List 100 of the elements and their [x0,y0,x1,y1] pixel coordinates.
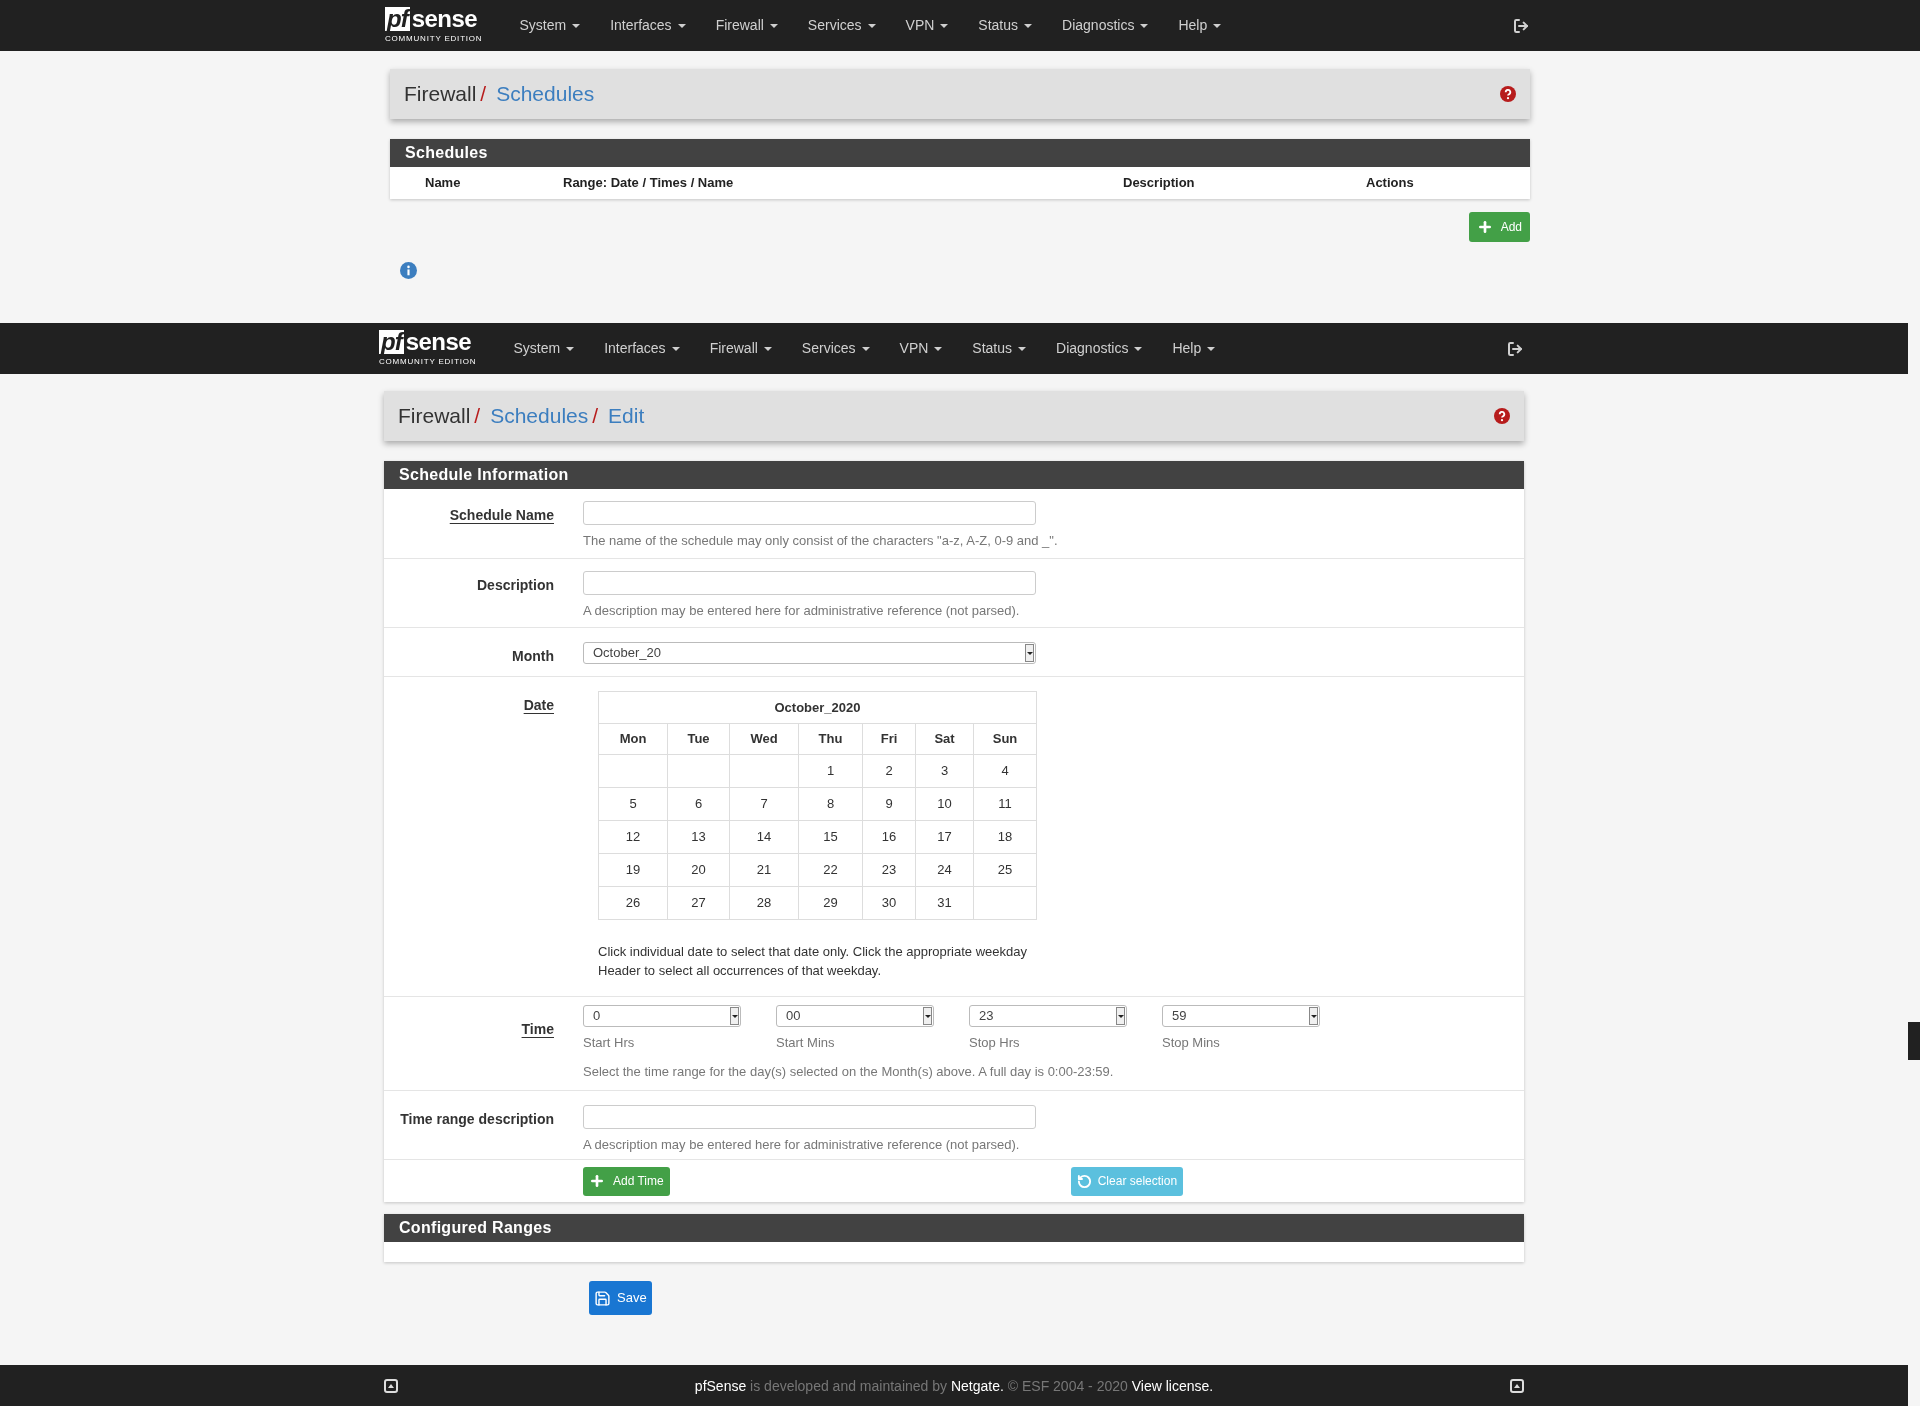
breadcrumb-text: Firewall [398,403,471,430]
calendar-day[interactable]: 19 [598,853,668,887]
help-text: A description may be entered here for administrative reference (not parsed). [583,1136,1021,1154]
select-caption: Stop Mins [1162,1034,1221,1052]
calendar-day[interactable]: 13 [667,820,730,854]
time-range-description-field[interactable] [583,1105,1036,1129]
panel-header: Schedule Information [384,461,1524,489]
calendar-day[interactable]: 22 [798,853,863,887]
weekday-header[interactable]: Thu [798,723,863,755]
weekday-header[interactable]: Wed [729,723,799,755]
calendar-day[interactable]: 4 [973,754,1037,788]
nav-menu[interactable]: Status [963,0,1048,51]
help-icon[interactable] [1500,86,1516,102]
nav-menu[interactable]: System [498,323,590,374]
calendar-day[interactable]: 5 [598,787,668,821]
save-button[interactable]: Save [589,1281,652,1315]
logout-icon[interactable] [1513,17,1529,34]
help-text: Select the time range for the day(s) selected on the Month(s) above. A full day is 0:00-23:59. [583,1062,1115,1081]
calendar-day[interactable]: 14 [729,820,799,854]
calendar-day[interactable]: 25 [973,853,1037,887]
description-field[interactable] [583,571,1036,595]
caret-icon [1018,346,1027,351]
calendar-day[interactable]: 26 [598,886,668,920]
scroll-top-icon[interactable] [384,1378,398,1393]
calendar-day[interactable]: 7 [729,787,799,821]
caret-icon [763,346,772,351]
calendar-day[interactable]: 8 [798,787,863,821]
field-label: Time range description [400,1111,554,1127]
info-icon[interactable] [400,262,417,279]
month-select[interactable]: October_20 [583,642,1036,664]
calendar-day[interactable]: 29 [798,886,863,920]
calendar-day[interactable]: 30 [862,886,916,920]
time-select[interactable]: 23 [969,1005,1127,1027]
nav-menu[interactable]: Help [1157,323,1231,374]
caret-icon [572,23,581,28]
nav-menu[interactable]: Interfaces [589,323,695,374]
field-label: Schedule Name [449,507,554,523]
nav-menu[interactable]: Firewall [700,0,793,51]
panel-header: Schedules [390,139,1530,167]
calendar-day[interactable]: 11 [973,787,1037,821]
calendar-day[interactable]: 9 [862,787,916,821]
calendar-day[interactable]: 17 [915,820,974,854]
field-label: Month [512,648,554,664]
caret-icon [1134,346,1143,351]
calendar-day[interactable]: 15 [798,820,863,854]
caret-icon [1140,23,1149,28]
calendar-day[interactable]: 20 [667,853,730,887]
logo[interactable]: pf sense COMMUNITY EDITION [385,6,483,45]
calendar-day[interactable]: 18 [973,820,1037,854]
nav-menu[interactable]: System [504,0,596,51]
column-header: Description [1123,175,1195,191]
plus-icon [589,1173,605,1189]
weekday-header[interactable]: Mon [598,723,668,755]
calendar-day[interactable]: 24 [915,853,974,887]
nav-menu[interactable]: Diagnostics [1041,323,1158,374]
calendar-day[interactable]: 31 [915,886,974,920]
schedule-name-field[interactable] [583,501,1036,525]
footer-text: pfSense is developed and maintained by Netgate. © ESF 2004 - 2020 View license. [694,1377,1214,1394]
logout-icon[interactable] [1507,340,1523,357]
nav-menu[interactable]: Services [792,0,891,51]
calendar-day[interactable]: 28 [729,886,799,920]
calendar-day[interactable]: 21 [729,853,799,887]
nav-menu[interactable]: Help [1163,0,1237,51]
weekday-header[interactable]: Fri [862,723,916,755]
field-label: Time [521,1021,554,1037]
scroll-top-icon[interactable] [1510,1378,1524,1393]
nav-menu[interactable]: Services [786,323,885,374]
weekday-header[interactable]: Sun [973,723,1037,755]
calendar-day[interactable]: 27 [667,886,730,920]
caret-icon [867,23,876,28]
time-select[interactable]: 59 [1162,1005,1320,1027]
breadcrumb-separator: / [592,403,599,430]
nav-menu[interactable]: Status [957,323,1042,374]
calendar-day[interactable]: 1 [798,754,863,788]
time-select[interactable]: 00 [776,1005,934,1027]
breadcrumb-separator: / [480,81,487,108]
calendar-day[interactable]: 10 [915,787,974,821]
weekday-header[interactable]: Sat [915,723,974,755]
nav-menu[interactable]: Firewall [694,323,787,374]
select-caption: Start Mins [776,1034,836,1052]
nav-menu[interactable]: VPN [884,323,958,374]
calendar-day[interactable]: 23 [862,853,916,887]
calendar-day[interactable]: 2 [862,754,916,788]
breadcrumb-text: Firewall [404,81,477,108]
help-icon[interactable] [1494,408,1510,424]
column-header: Name [425,175,461,191]
nav-menu[interactable]: Interfaces [595,0,701,51]
time-select[interactable]: 0 [583,1005,741,1027]
calendar-day[interactable]: 6 [667,787,730,821]
caret-icon [1024,23,1033,28]
save-icon [594,1289,611,1307]
field-label: Description [477,577,554,593]
calendar-day[interactable]: 16 [862,820,916,854]
logo[interactable]: pf sense COMMUNITY EDITION [379,329,477,368]
calendar-day[interactable]: 3 [915,754,974,788]
caret-icon [1207,346,1216,351]
calendar-day[interactable]: 12 [598,820,668,854]
weekday-header[interactable]: Tue [667,723,730,755]
nav-menu[interactable]: VPN [890,0,964,51]
nav-menu[interactable]: Diagnostics [1047,0,1164,51]
